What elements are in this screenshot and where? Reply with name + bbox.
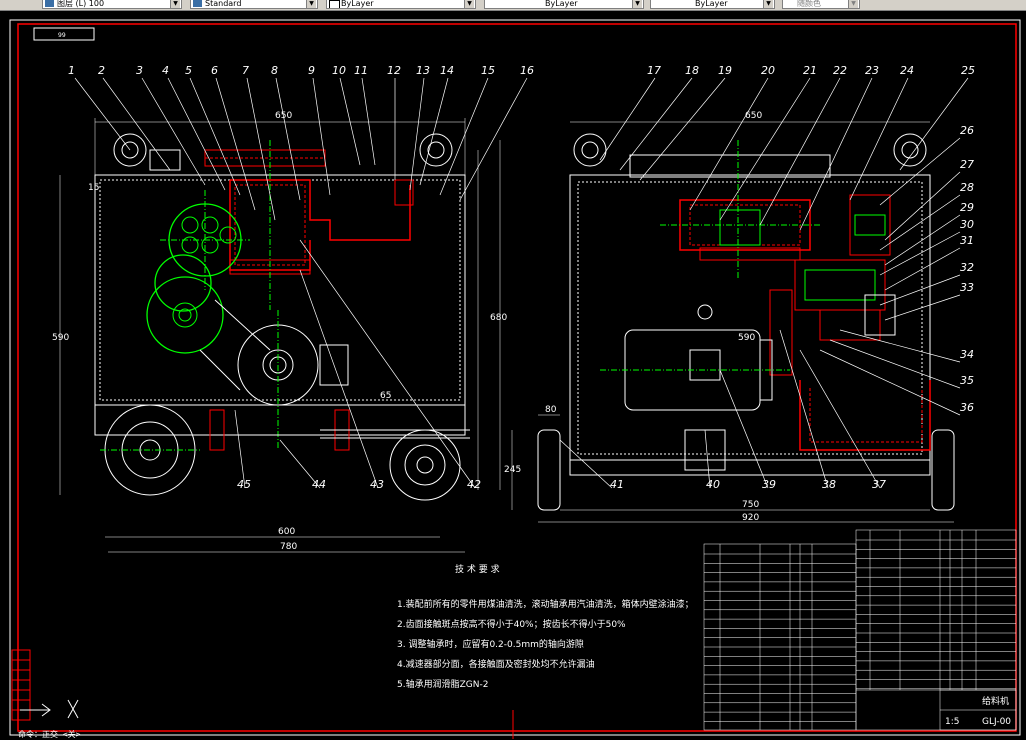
chevron-down-icon[interactable]: ▼ (306, 0, 316, 8)
chevron-down-icon[interactable]: ▼ (464, 0, 474, 8)
part-label: 29 (960, 201, 974, 214)
part-label: 10 (332, 64, 346, 77)
part-label: 38 (822, 478, 836, 491)
part-labels: 1 2 3 4 5 6 7 8 9 10 11 12 13 14 15 16 1… (68, 64, 975, 491)
dim-text: 80 (545, 405, 557, 415)
text-style-combo-value: Standard (205, 0, 242, 8)
part-label: 1 (68, 64, 75, 77)
part-label: 20 (761, 64, 775, 77)
part-label: 7 (242, 64, 249, 77)
part-label: 37 (872, 478, 886, 491)
tech-note: 2.齿面接触斑点按高不得小于40%；按齿长不得小于50% (397, 618, 626, 630)
dim-text: 920 (742, 513, 759, 523)
part-label: 5 (185, 64, 192, 77)
dim-text: 650 (275, 111, 292, 121)
dim-text: 680 (490, 313, 507, 323)
part-label: 41 (610, 478, 624, 491)
color-combo[interactable]: ByLayer ▼ (326, 0, 476, 9)
text-style-icon (193, 0, 202, 7)
plot-style-combo[interactable]: 随颜色 ▼ (782, 0, 860, 9)
part-label: 15 (481, 64, 495, 77)
part-label: 9 (308, 64, 315, 77)
tech-note: 3. 调整轴承时，应留有0.2-0.5mm的轴向游隙 (397, 638, 584, 650)
part-label: 33 (960, 281, 974, 294)
part-label: 13 (416, 64, 430, 77)
bill-of-materials (703, 529, 1017, 731)
dim-text: 780 (280, 542, 297, 552)
part-label: 8 (271, 64, 278, 77)
part-label: 21 (803, 64, 817, 77)
part-label: 35 (960, 374, 974, 387)
layer-icon (45, 0, 54, 7)
part-label: 32 (960, 261, 974, 274)
tech-title: 技 术 要 求 (455, 563, 500, 575)
text-style-combo[interactable]: Standard ▼ (190, 0, 318, 9)
title-block-part-no: GLJ-00 (982, 717, 1011, 727)
chevron-down-icon[interactable]: ▼ (763, 0, 773, 8)
part-label: 24 (900, 64, 914, 77)
title-block-name: 给料机 (982, 695, 1009, 707)
part-label: 40 (706, 478, 720, 491)
part-label: 39 (762, 478, 776, 491)
part-label: 45 (237, 478, 251, 491)
tech-note: 4.减速器部分面，各接触面及密封处均不允许漏油 (397, 658, 595, 670)
dim-text: 65 (380, 391, 391, 401)
ucs-icon (20, 699, 79, 719)
dim-text: 245 (504, 465, 521, 475)
dim-text: 590 (738, 333, 755, 343)
title-box-text: 99 (58, 32, 66, 39)
part-label: 16 (520, 64, 534, 77)
part-label: 17 (647, 64, 661, 77)
part-label: 18 (685, 64, 699, 77)
tech-note: 5.轴承用润滑脂ZGN-2 (397, 678, 488, 690)
part-label: 30 (960, 218, 974, 231)
linetype-combo[interactable]: ByLayer ▼ (484, 0, 644, 9)
part-label: 25 (961, 64, 975, 77)
part-label: 6 (211, 64, 218, 77)
part-label: 22 (833, 64, 847, 77)
chevron-down-icon[interactable]: ▼ (170, 0, 180, 8)
part-label: 44 (312, 478, 326, 491)
part-label: 14 (440, 64, 454, 77)
plot-style-combo-value: 随颜色 (797, 0, 821, 8)
color-combo-value: ByLayer (341, 0, 374, 8)
drawing-canvas[interactable]: 99 1 2 3 4 5 6 7 8 9 10 11 12 13 14 15 1… (0, 10, 1026, 739)
part-label: 23 (865, 64, 879, 77)
part-label: 27 (960, 158, 974, 171)
part-label: 11 (354, 64, 368, 77)
lineweight-combo[interactable]: ByLayer ▼ (650, 0, 775, 9)
left-view (59, 77, 528, 553)
layer-combo[interactable]: 图层 (L) 100 ▼ (42, 0, 182, 9)
dim-text: 750 (742, 500, 759, 510)
right-view (511, 77, 969, 523)
part-label: 43 (370, 478, 384, 491)
dim-text: 650 (745, 111, 762, 121)
chevron-down-icon[interactable]: ▼ (632, 0, 642, 8)
tech-note: 1.装配前所有的零件用煤油清洗，滚动轴承用汽油清洗，箱体内壁涂油漆； (397, 598, 694, 610)
chevron-down-icon[interactable]: ▼ (848, 0, 858, 8)
technical-requirements: 技 术 要 求 1.装配前所有的零件用煤油清洗，滚动轴承用汽油清洗，箱体内壁涂油… (397, 563, 694, 690)
part-label: 12 (387, 64, 401, 77)
part-label: 28 (960, 181, 974, 194)
part-label: 19 (718, 64, 732, 77)
layer-combo-value: 图层 (L) 100 (57, 0, 105, 8)
dim-text: 600 (278, 527, 295, 537)
linetype-combo-value: ByLayer (545, 0, 578, 8)
part-label: 2 (98, 64, 105, 77)
title-block-scale: 1:5 (945, 717, 959, 727)
part-label: 36 (960, 401, 974, 414)
part-label: 42 (467, 478, 481, 491)
part-label: 31 (960, 234, 974, 247)
part-label: 3 (136, 64, 143, 77)
color-swatch-icon (329, 0, 340, 8)
part-label: 26 (960, 124, 974, 137)
lineweight-combo-value: ByLayer (695, 0, 728, 8)
part-label: 4 (162, 64, 169, 77)
dim-text: 15 (88, 183, 99, 193)
part-label: 34 (960, 348, 974, 361)
dim-text: 590 (52, 333, 69, 343)
command-line: 命令：正交 <关> (18, 730, 81, 739)
